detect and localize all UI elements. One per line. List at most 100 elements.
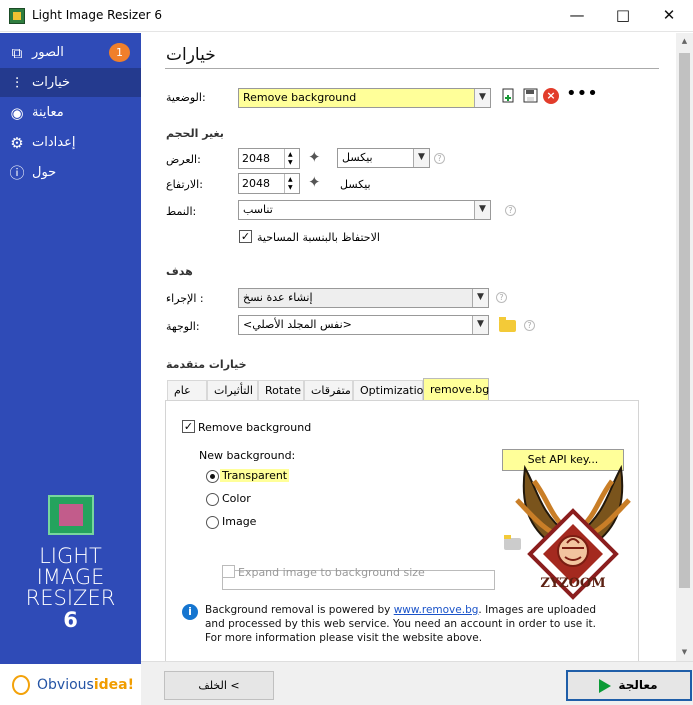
remove-background-checkbox[interactable]: ✓ [182, 420, 195, 433]
minimize-button[interactable]: — [554, 0, 600, 32]
sidebar-item-label: خيارات [32, 75, 71, 90]
tab-misc[interactable]: متفرقات [304, 380, 353, 401]
height-label: الارتفاع: [166, 178, 203, 191]
tab-remove-bg[interactable]: remove.bg [423, 378, 489, 400]
add-file-icon[interactable] [499, 88, 517, 106]
destination-select[interactable]: <نفس المجلد الأصلي> ▼ [238, 315, 489, 335]
advanced-heading: خيارات متقدمة [166, 358, 247, 371]
sliders-icon: ⫶ [15, 73, 19, 92]
options-content: خيارات الوضعية: Remove background ▼ × •••… [141, 33, 676, 661]
color-label: Color [222, 492, 251, 505]
height-stepper[interactable] [284, 174, 299, 193]
profile-select[interactable]: Remove background ▼ [238, 88, 491, 108]
info-icon: ⓘ [9, 163, 25, 182]
keep-ratio-checkbox[interactable]: ✓ [239, 230, 252, 243]
watermark-text: ZYZOOM [540, 576, 605, 591]
page-title: خيارات [166, 45, 216, 65]
action-select[interactable]: إنشاء عدة نسخ ▼ [238, 288, 489, 308]
chevron-down-icon: ▼ [413, 149, 429, 167]
process-button[interactable]: معالجة [566, 670, 692, 701]
image-label: Image [222, 515, 257, 528]
height-unit-label: بيكسل [340, 178, 371, 191]
tab-optimization[interactable]: Optimization [353, 380, 430, 401]
delete-icon[interactable]: × [543, 88, 559, 104]
eye-icon: ◉ [10, 103, 24, 122]
tab-effects[interactable]: التأثيرات [207, 380, 258, 401]
product-logo-icon [48, 495, 94, 535]
product-name: LIGHT IMAGE RESIZER [25, 544, 116, 610]
help-icon[interactable]: ? [505, 205, 516, 216]
save-icon[interactable] [521, 88, 539, 106]
images-icon: ⧉ [11, 43, 23, 62]
mode-label: النمط: [166, 205, 197, 218]
chevron-down-icon: ▼ [474, 201, 490, 219]
window-title: Light Image Resizer 6 [32, 8, 162, 22]
remove-bg-link[interactable]: www.remove.bg [394, 604, 479, 616]
remove-background-label: Remove background [198, 421, 312, 434]
scroll-up-icon[interactable]: ▲ [676, 33, 693, 50]
zyzoom-watermark: ZYZOOM [515, 464, 631, 600]
sidebar-item-label: الصور [32, 45, 64, 60]
title-bar: Light Image Resizer 6 — □ ✕ [0, 0, 693, 32]
title-divider [165, 68, 659, 69]
help-icon[interactable]: ? [434, 153, 445, 164]
transparent-label: Transparent [220, 469, 290, 482]
sidebar-item-preview[interactable]: ◉ معاينة [0, 98, 141, 127]
chevron-down-icon: ▼ [474, 89, 490, 107]
sidebar-item-images[interactable]: ⧉ الصور 1 [0, 38, 141, 67]
resize-heading: بغير الحجم [166, 127, 224, 140]
main-panel: خيارات الوضعية: Remove background ▼ × •••… [141, 33, 693, 661]
sidebar: ⧉ الصور 1 ⫶ خيارات ◉ معاينة ⚙ إعدادات ⓘ … [0, 33, 141, 705]
expand-image-label: Expand image to background size [238, 566, 425, 579]
magic-wand-icon[interactable]: ✦ [308, 173, 321, 191]
width-input[interactable]: 2048 [238, 148, 300, 169]
color-radio[interactable] [206, 493, 219, 506]
width-label: العرض: [166, 153, 201, 166]
sidebar-item-label: إعدادات [32, 135, 76, 150]
image-radio[interactable] [206, 516, 219, 529]
close-button[interactable]: ✕ [646, 0, 692, 32]
help-icon[interactable]: ? [524, 320, 535, 331]
keep-ratio-label: الاحتفاظ بالبنسبة المساحية [257, 231, 380, 244]
chevron-down-icon: ▼ [472, 289, 488, 307]
sidebar-item-label: حول [32, 165, 57, 180]
chevron-down-icon: ▼ [472, 316, 488, 334]
height-input[interactable]: 2048 [238, 173, 300, 194]
mode-select[interactable]: تناسب ▼ [238, 200, 491, 220]
scrollbar-thumb[interactable] [679, 53, 690, 588]
sidebar-item-settings[interactable]: ⚙ إعدادات [0, 128, 141, 157]
new-background-label: New background: [199, 449, 296, 462]
scroll-down-icon[interactable]: ▼ [676, 644, 693, 661]
profile-label: الوضعية: [166, 91, 206, 104]
expand-image-checkbox[interactable] [222, 565, 235, 578]
info-icon: i [182, 604, 198, 620]
vertical-scrollbar[interactable]: ▲ ▼ [676, 33, 693, 661]
play-icon [599, 679, 611, 693]
advanced-tabs: عام التأثيرات Rotate متفرقات Optimizatio… [167, 378, 489, 401]
footer-bar: الخلف < معالجة [141, 661, 693, 705]
product-version: 6 [63, 608, 78, 632]
back-button[interactable]: الخلف < [164, 671, 274, 700]
app-icon [9, 8, 25, 24]
target-heading: هدف [166, 265, 193, 278]
more-icon[interactable]: ••• [566, 85, 598, 106]
folder-icon[interactable] [499, 317, 516, 332]
maximize-button[interactable]: □ [600, 0, 646, 32]
sidebar-item-about[interactable]: ⓘ حول [0, 158, 141, 187]
width-unit-select[interactable]: بيكسل ▼ [337, 148, 430, 168]
image-count-badge: 1 [109, 43, 130, 62]
tab-general[interactable]: عام [167, 380, 207, 401]
width-stepper[interactable] [284, 149, 299, 168]
lightbulb-icon [12, 675, 30, 695]
action-label: الإجراء : [166, 292, 204, 305]
destination-label: الوجهة: [166, 320, 200, 333]
magic-wand-icon[interactable]: ✦ [308, 148, 321, 166]
tab-rotate[interactable]: Rotate [258, 380, 304, 401]
sidebar-item-options[interactable]: ⫶ خيارات [0, 68, 141, 97]
company-logo: Obviousidea! [0, 664, 141, 705]
gear-icon: ⚙ [10, 133, 24, 152]
transparent-radio[interactable] [206, 470, 219, 483]
sidebar-item-label: معاينة [32, 105, 64, 120]
help-icon[interactable]: ? [496, 292, 507, 303]
company-name: Obviousidea! [37, 677, 134, 693]
